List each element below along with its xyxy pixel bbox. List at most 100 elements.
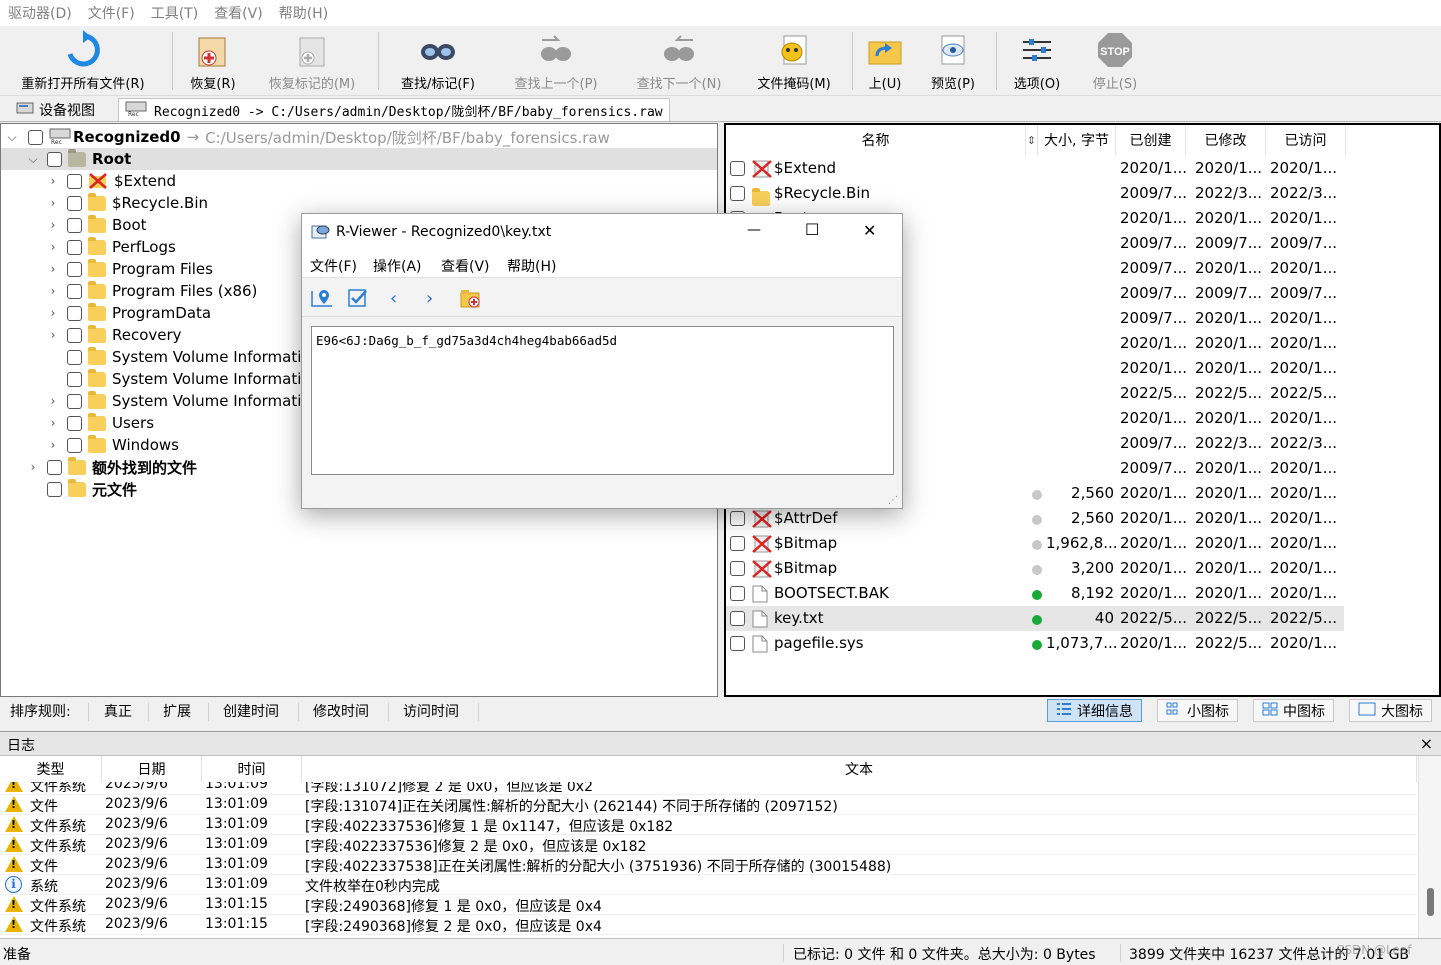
file-checkbox[interactable]: [730, 536, 745, 551]
checkbox-checked-icon[interactable]: [348, 288, 368, 312]
file-checkbox[interactable]: [730, 511, 745, 526]
locate-icon[interactable]: [310, 288, 334, 312]
tree-checkbox[interactable]: [47, 151, 62, 167]
view-medium-icons-button[interactable]: 中图标: [1253, 699, 1334, 722]
file-checkbox[interactable]: [730, 611, 745, 626]
file-checkbox[interactable]: [730, 161, 745, 176]
log-scrollbar[interactable]: [1418, 756, 1441, 938]
log-row[interactable]: 文件系统 2023/9/6 13:01:09 [字段:4022337536]修复 2 …: [0, 835, 1417, 855]
log-row[interactable]: 文件 2023/9/6 13:01:09 [字段:131074]正在关闭属性:解析的分…: [0, 795, 1417, 815]
resize-grip-icon[interactable]: ⋰: [888, 495, 898, 506]
column-header-modified[interactable]: 已修改: [1186, 125, 1266, 155]
dialog-close-button[interactable]: ✕: [863, 221, 876, 240]
tree-checkbox[interactable]: [67, 217, 82, 233]
stop-button[interactable]: STOP 停止(S): [1082, 26, 1148, 96]
tree-checkbox[interactable]: [47, 481, 62, 497]
chevron-right-icon[interactable]: ›: [47, 196, 59, 210]
log-column-date[interactable]: 日期: [102, 756, 202, 782]
reopen-all-button[interactable]: 重新打开所有文件(R): [8, 26, 158, 96]
chevron-down-icon[interactable]: ⌵: [27, 152, 39, 166]
find-next-button[interactable]: 查找下一个(N): [620, 26, 738, 96]
file-row[interactable]: $Bitmap 3,200 2020/1... 2020/1... 2020/1...: [726, 556, 1344, 581]
column-header-name[interactable]: 名称: [726, 125, 1026, 155]
chevron-right-icon[interactable]: ›: [27, 460, 39, 474]
menu-tools[interactable]: 工具(T): [143, 3, 206, 23]
log-close-button[interactable]: ×: [1420, 734, 1433, 753]
find-previous-button[interactable]: 查找上一个(P): [500, 26, 612, 96]
menu-help[interactable]: 帮助(H): [271, 3, 336, 23]
view-small-icons-button[interactable]: 小图标: [1157, 699, 1238, 722]
log-scrollbar-thumb[interactable]: [1427, 888, 1434, 916]
sort-by-created[interactable]: 创建时间: [223, 701, 279, 721]
file-row[interactable]: $AttrDef 2,560 2020/1... 2020/1... 2020/1...: [726, 506, 1344, 531]
log-column-text[interactable]: 文本: [302, 756, 1417, 782]
menu-view[interactable]: 查看(V): [206, 3, 271, 23]
column-header-accessed[interactable]: 已访问: [1266, 125, 1346, 155]
file-checkbox[interactable]: [730, 636, 745, 651]
view-details-button[interactable]: 详细信息: [1047, 699, 1142, 722]
column-header-size[interactable]: 大小, 字节: [1038, 125, 1116, 155]
file-checkbox[interactable]: [730, 561, 745, 576]
chevron-down-icon[interactable]: ⌵: [6, 130, 18, 144]
menu-drive[interactable]: 驱动器(D): [0, 3, 80, 23]
log-row[interactable]: 文件 2023/9/6 13:01:09 [字段:4022337538]正在关闭属性:…: [0, 855, 1417, 875]
dialog-menu-file[interactable]: 文件(F): [310, 256, 357, 276]
file-content-viewer[interactable]: E96<6J:Da6g_b_f_gd75a3d4ch4heg4bab66ad5d: [311, 326, 894, 475]
dialog-titlebar[interactable]: R-Viewer - Recognized0\key.txt — ☐ ✕: [302, 214, 902, 252]
chevron-right-icon[interactable]: ›: [47, 174, 59, 188]
file-checkbox[interactable]: [730, 186, 745, 201]
log-row[interactable]: 文件系统 2023/9/6 13:01:15 [字段:2490368]修复 1 是 0…: [0, 895, 1417, 915]
tree-checkbox[interactable]: [67, 393, 82, 409]
options-button[interactable]: 选项(O): [1004, 26, 1070, 96]
log-row[interactable]: 文件系统 2023/9/6 13:01:09 [字段:4022337536]修复 1 …: [0, 815, 1417, 835]
recover-button[interactable]: 恢复(R): [180, 26, 246, 96]
tree-checkbox[interactable]: [47, 459, 62, 475]
sort-by-extension[interactable]: 扩展: [163, 701, 191, 721]
sort-by-name[interactable]: 真正: [104, 701, 132, 721]
tree-item[interactable]: › $Recycle.Bin: [1, 192, 717, 214]
tree-item[interactable]: › $Extend: [1, 170, 717, 192]
tree-root-row[interactable]: ⌵ Rec Recognized0 → C:/Users/admin/Deskt…: [1, 126, 717, 148]
chevron-right-icon[interactable]: ›: [47, 240, 59, 254]
chevron-right-icon[interactable]: ›: [47, 394, 59, 408]
dialog-minimize-button[interactable]: —: [747, 222, 761, 238]
tree-checkbox[interactable]: [67, 283, 82, 299]
file-row[interactable]: BOOTSECT.BAK 8,192 2020/1... 2020/1... 2020/…: [726, 581, 1344, 606]
tree-checkbox[interactable]: [67, 305, 82, 321]
file-row[interactable]: key.txt 40 2022/5... 2022/5... 2022/5...: [726, 606, 1344, 631]
file-checkbox[interactable]: [730, 586, 745, 601]
file-row[interactable]: $Bitmap 1,962,8... 2020/1... 2020/1... 2020/…: [726, 531, 1344, 556]
chevron-right-icon[interactable]: ›: [47, 438, 59, 452]
menu-file[interactable]: 文件(F): [80, 3, 143, 23]
tree-checkbox[interactable]: [28, 129, 43, 145]
tree-checkbox[interactable]: [67, 327, 82, 343]
preview-button[interactable]: 预览(P): [920, 26, 986, 96]
log-row[interactable]: i 系统 2023/9/6 13:01:09 文件枚举在0秒内完成: [0, 875, 1417, 895]
sort-by-modified[interactable]: 修改时间: [313, 701, 369, 721]
tree-checkbox[interactable]: [67, 173, 82, 189]
tree-checkbox[interactable]: [67, 261, 82, 277]
tree-checkbox[interactable]: [67, 415, 82, 431]
dialog-menu-action[interactable]: 操作(A): [373, 256, 422, 276]
recover-marked-button[interactable]: 恢复标记的(M): [256, 26, 368, 96]
previous-arrow-icon[interactable]: ‹: [390, 288, 397, 309]
recover-file-icon[interactable]: [459, 287, 483, 313]
tree-checkbox[interactable]: [67, 437, 82, 453]
up-button[interactable]: 上(U): [860, 26, 910, 96]
file-mask-button[interactable]: 文件掩码(M): [746, 26, 842, 96]
log-row[interactable]: 文件系统 2023/9/6 13:01:09 [字段:131072]修复 2 是 0x…: [0, 782, 1417, 795]
chevron-right-icon[interactable]: ›: [47, 416, 59, 430]
dialog-menu-help[interactable]: 帮助(H): [507, 256, 556, 276]
tree-checkbox[interactable]: [67, 239, 82, 255]
file-row[interactable]: pagefile.sys 1,073,7... 2020/1... 2022/5...…: [726, 631, 1344, 656]
chevron-right-icon[interactable]: ›: [47, 306, 59, 320]
file-row[interactable]: $Extend 2020/1... 2020/1... 2020/1...: [726, 156, 1344, 181]
find-mark-button[interactable]: 查找/标记(F): [386, 26, 490, 96]
chevron-right-icon[interactable]: ›: [47, 284, 59, 298]
tree-checkbox[interactable]: [67, 195, 82, 211]
tab-device-view[interactable]: 设备视图: [10, 98, 101, 121]
tab-recognized-path[interactable]: Rec Recognized0 -> C:/Users/admin/Deskto…: [118, 98, 670, 121]
column-header-created[interactable]: 已创建: [1116, 125, 1186, 155]
chevron-right-icon[interactable]: ›: [47, 328, 59, 342]
dialog-menu-view[interactable]: 查看(V): [441, 256, 490, 276]
